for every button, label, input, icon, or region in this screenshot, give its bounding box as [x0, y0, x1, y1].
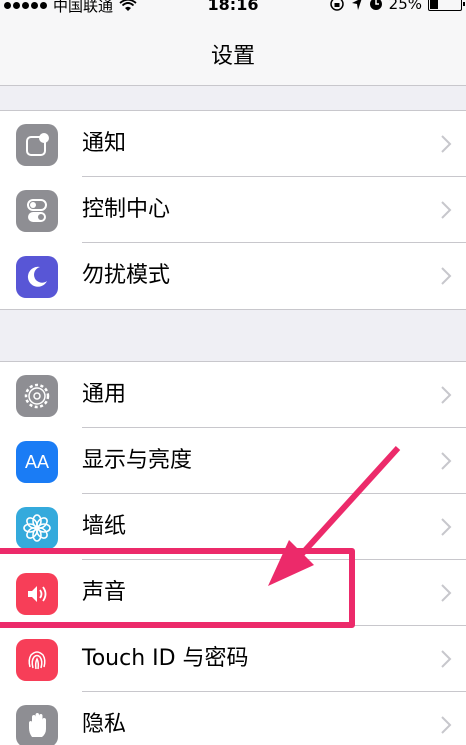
chevron-right-icon	[441, 135, 452, 153]
gear-icon	[16, 375, 58, 417]
chevron-right-icon	[441, 518, 452, 536]
row-label: 墙纸	[82, 514, 127, 539]
settings-row-do-not-disturb[interactable]: 勿扰模式	[0, 243, 466, 309]
page-title: 设置	[210, 44, 255, 69]
wallpaper-flower-icon	[16, 507, 58, 549]
chevron-right-icon	[441, 650, 452, 668]
chevron-right-icon	[441, 452, 452, 470]
notifications-icon	[16, 124, 58, 166]
row-label: 控制中心	[82, 197, 171, 222]
display-brightness-icon: AA	[16, 441, 58, 483]
chevron-right-icon	[441, 201, 452, 219]
row-label: 通知	[82, 131, 127, 156]
rotation-lock-icon	[329, 0, 344, 11]
battery-icon	[428, 0, 465, 11]
chevron-right-icon	[441, 386, 452, 404]
location-arrow-icon	[351, 0, 361, 10]
settings-row-control-center[interactable]: 控制中心	[0, 177, 466, 243]
control-center-icon	[16, 190, 58, 232]
settings-row-general[interactable]: 通用	[0, 362, 466, 428]
row-label: 隐私	[82, 712, 127, 737]
hand-icon	[16, 705, 58, 745]
settings-row-notifications[interactable]: 通知	[0, 111, 466, 177]
settings-row-touch-id[interactable]: Touch ID 与密码	[0, 626, 466, 692]
row-label: 勿扰模式	[82, 263, 171, 288]
alarm-icon	[369, 0, 382, 10]
fingerprint-icon	[16, 639, 58, 681]
settings-group-1: 通知 控制中心 勿扰模式	[0, 110, 466, 310]
row-label: Touch ID 与密码	[82, 646, 249, 671]
row-label: 显示与亮度	[82, 448, 193, 473]
chevron-right-icon	[441, 267, 452, 285]
settings-row-display-brightness[interactable]: AA 显示与亮度	[0, 428, 466, 494]
settings-screen: 设置 中国联通 18:16 25% 通知 控制中心 勿扰模式 通用 AA 显示与…	[0, 0, 466, 745]
row-label: 通用	[82, 382, 127, 407]
moon-icon	[16, 256, 58, 298]
chevron-right-icon	[441, 716, 452, 734]
status-bar: 中国联通 18:16 25%	[0, 0, 466, 16]
battery-percent: 25%	[388, 0, 422, 13]
highlight-box	[0, 548, 355, 628]
settings-row-privacy[interactable]: 隐私	[0, 692, 466, 745]
chevron-right-icon	[441, 584, 452, 602]
